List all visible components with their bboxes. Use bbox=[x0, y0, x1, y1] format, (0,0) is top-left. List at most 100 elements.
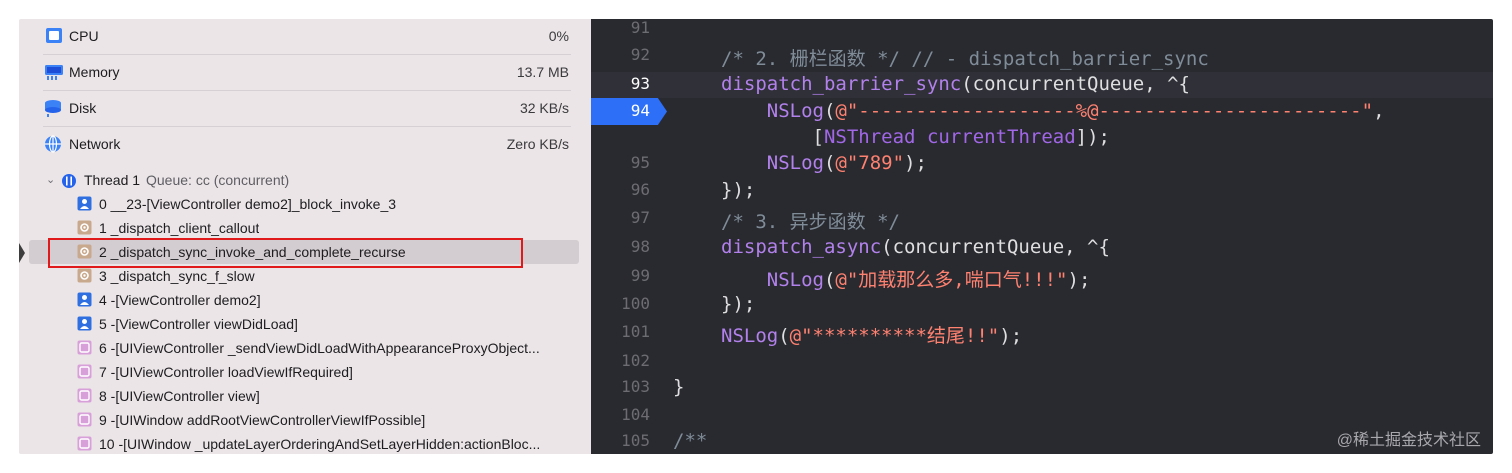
code-line-94: 94 NSLog(@"-------------------%@--------… bbox=[591, 99, 1493, 125]
code-text: [NSThread currentThread]); bbox=[721, 126, 1110, 148]
line-number[interactable]: 98 bbox=[591, 237, 650, 256]
line-number[interactable]: 104 bbox=[591, 405, 650, 424]
thread-queue: Queue: cc (concurrent) bbox=[146, 172, 290, 188]
uikit-icon bbox=[77, 364, 92, 379]
code-line-93: 93 dispatch_barrier_sync(concurrentQueue… bbox=[591, 72, 1493, 98]
stack-frame-1[interactable]: 1 _dispatch_client_callout bbox=[19, 216, 591, 240]
code-plain: (concurrentQueue, ^{ bbox=[961, 73, 1190, 95]
code-comment: /* 2. 栅栏函数 */ // - dispatch_barrier_sync bbox=[721, 48, 1209, 70]
line-number[interactable]: 95 bbox=[591, 153, 650, 172]
stack-frame-5[interactable]: 5 -[ViewController viewDidLoad] bbox=[19, 312, 591, 336]
code-text: NSLog(@"加载那么多,喘口气!!!"); bbox=[721, 265, 1091, 292]
line-number[interactable]: 92 bbox=[591, 45, 650, 64]
code-line-94-continued: [NSThread currentThread]); bbox=[591, 125, 1493, 151]
code-function: dispatch_async bbox=[721, 236, 882, 258]
code-line-100: 100 }); bbox=[591, 292, 1493, 318]
gauge-disk[interactable]: Disk 32 KB/s bbox=[19, 91, 591, 127]
code-text: /* 2. 栅栏函数 */ // - dispatch_barrier_sync bbox=[721, 44, 1209, 71]
code-plain: (concurrentQueue, ^{ bbox=[881, 236, 1110, 258]
code-plain: }); bbox=[721, 293, 756, 315]
code-text: /* 3. 异步函数 */ bbox=[721, 207, 900, 234]
line-number[interactable]: 93 bbox=[591, 74, 650, 93]
source-editor[interactable]: 91 92 /* 2. 栅栏函数 */ // - dispatch_barrie… bbox=[591, 19, 1493, 454]
code-plain: } bbox=[673, 376, 685, 398]
frame-label: 8 -[UIViewController view] bbox=[99, 388, 260, 404]
gauge-name: Network bbox=[69, 136, 121, 152]
code-plain: ( bbox=[823, 152, 836, 174]
system-library-icon bbox=[77, 220, 92, 235]
gauge-network[interactable]: Network Zero KB/s bbox=[19, 127, 591, 163]
code-text: }); bbox=[721, 179, 755, 201]
line-number[interactable]: 105 bbox=[591, 431, 650, 450]
line-number[interactable]: 102 bbox=[591, 351, 650, 370]
code-line-98: 98 dispatch_async(concurrentQueue, ^{ bbox=[591, 235, 1493, 261]
user-code-icon bbox=[77, 292, 92, 307]
chevron-down-icon[interactable]: ⌄ bbox=[46, 173, 58, 187]
code-text: NSLog(@"-------------------%@-----------… bbox=[721, 100, 1385, 122]
stack-frame-0[interactable]: 0 __23-[ViewController demo2]_block_invo… bbox=[19, 192, 591, 216]
frame-label: 7 -[UIViewController loadViewIfRequired] bbox=[99, 364, 353, 380]
thread-1-row[interactable]: ⌄ Thread 1 Queue: cc (concurrent) bbox=[19, 170, 591, 192]
uikit-icon bbox=[77, 436, 92, 451]
stack-frame-4[interactable]: 4 -[ViewController demo2] bbox=[19, 288, 591, 312]
line-number[interactable]: 94 bbox=[591, 101, 650, 120]
code-function: NSLog bbox=[766, 269, 824, 291]
frame-label: 0 __23-[ViewController demo2]_block_invo… bbox=[99, 196, 397, 212]
watermark: @稀土掘金技术社区 bbox=[1336, 432, 1481, 449]
stack-frame-9[interactable]: 9 -[UIWindow addRootViewControllerViewIf… bbox=[19, 408, 591, 432]
code-line-99: 99 NSLog(@"加载那么多,喘口气!!!"); bbox=[591, 264, 1493, 292]
gauge-value: Zero KB/s bbox=[506, 136, 569, 152]
code-function: NSLog bbox=[766, 100, 824, 122]
code-plain: ]); bbox=[1075, 126, 1110, 148]
thread-icon bbox=[62, 174, 76, 188]
system-library-icon bbox=[77, 268, 92, 283]
code-string: @"**********结尾!!" bbox=[789, 325, 1000, 347]
line-number[interactable]: 103 bbox=[591, 377, 650, 396]
frame-label: 6 -[UIViewController _sendViewDidLoadWit… bbox=[99, 340, 540, 356]
code-function: NSLog bbox=[721, 325, 779, 347]
frame-label: 4 -[ViewController demo2] bbox=[99, 292, 261, 308]
code-function: dispatch_barrier_sync bbox=[721, 73, 962, 95]
uikit-icon bbox=[77, 412, 92, 427]
line-number[interactable]: 99 bbox=[591, 266, 650, 285]
code-line-95: 95 NSLog(@"789"); bbox=[591, 151, 1493, 177]
line-number[interactable]: 101 bbox=[591, 322, 650, 341]
code-comment: /** bbox=[673, 430, 708, 452]
code-text: dispatch_async(concurrentQueue, ^{ bbox=[721, 236, 1110, 258]
frame-label: 10 -[UIWindow _updateLayerOrderingAndSet… bbox=[99, 436, 541, 452]
line-number[interactable]: 96 bbox=[591, 180, 650, 199]
gauge-name: Memory bbox=[69, 64, 120, 80]
frame-label: 5 -[ViewController viewDidLoad] bbox=[99, 316, 298, 332]
code-text: NSLog(@"789"); bbox=[721, 152, 927, 174]
code-string: @"加载那么多,喘口气!!!" bbox=[835, 269, 1068, 291]
code-function: NSLog bbox=[766, 152, 824, 174]
line-number[interactable]: 100 bbox=[591, 294, 650, 313]
stack-frame-6[interactable]: 6 -[UIViewController _sendViewDidLoadWit… bbox=[19, 336, 591, 360]
code-text: /** bbox=[673, 430, 707, 452]
gauge-value: 13.7 MB bbox=[516, 64, 569, 80]
code-line-101: 101 NSLog(@"**********结尾!!"); bbox=[591, 320, 1493, 347]
code-comment: /* 3. 异步函数 */ bbox=[721, 211, 900, 233]
code-plain: ); bbox=[904, 152, 927, 174]
code-plain: ); bbox=[1067, 269, 1091, 291]
gauge-value: 32 KB/s bbox=[519, 100, 569, 116]
cpu-icon bbox=[46, 28, 62, 43]
code-plain: , bbox=[1373, 100, 1385, 122]
line-number[interactable]: 97 bbox=[591, 208, 650, 227]
stack-frame-7[interactable]: 7 -[UIViewController loadViewIfRequired] bbox=[19, 360, 591, 384]
stack-frame-10[interactable]: 10 -[UIWindow _updateLayerOrderingAndSet… bbox=[19, 432, 591, 454]
gauge-name: CPU bbox=[69, 28, 99, 44]
code-plain: ( bbox=[823, 100, 836, 122]
code-text: }); bbox=[721, 293, 755, 315]
frame-label: 9 -[UIWindow addRootViewControllerViewIf… bbox=[99, 412, 426, 428]
code-plain: ); bbox=[999, 325, 1023, 347]
code-class: NSThread bbox=[823, 126, 916, 148]
gauge-memory[interactable]: Memory 13.7 MB bbox=[19, 55, 591, 91]
stack-frame-8[interactable]: 8 -[UIViewController view] bbox=[19, 384, 591, 408]
gauge-cpu[interactable]: CPU 0% bbox=[19, 19, 591, 55]
line-number[interactable]: 91 bbox=[591, 19, 650, 37]
